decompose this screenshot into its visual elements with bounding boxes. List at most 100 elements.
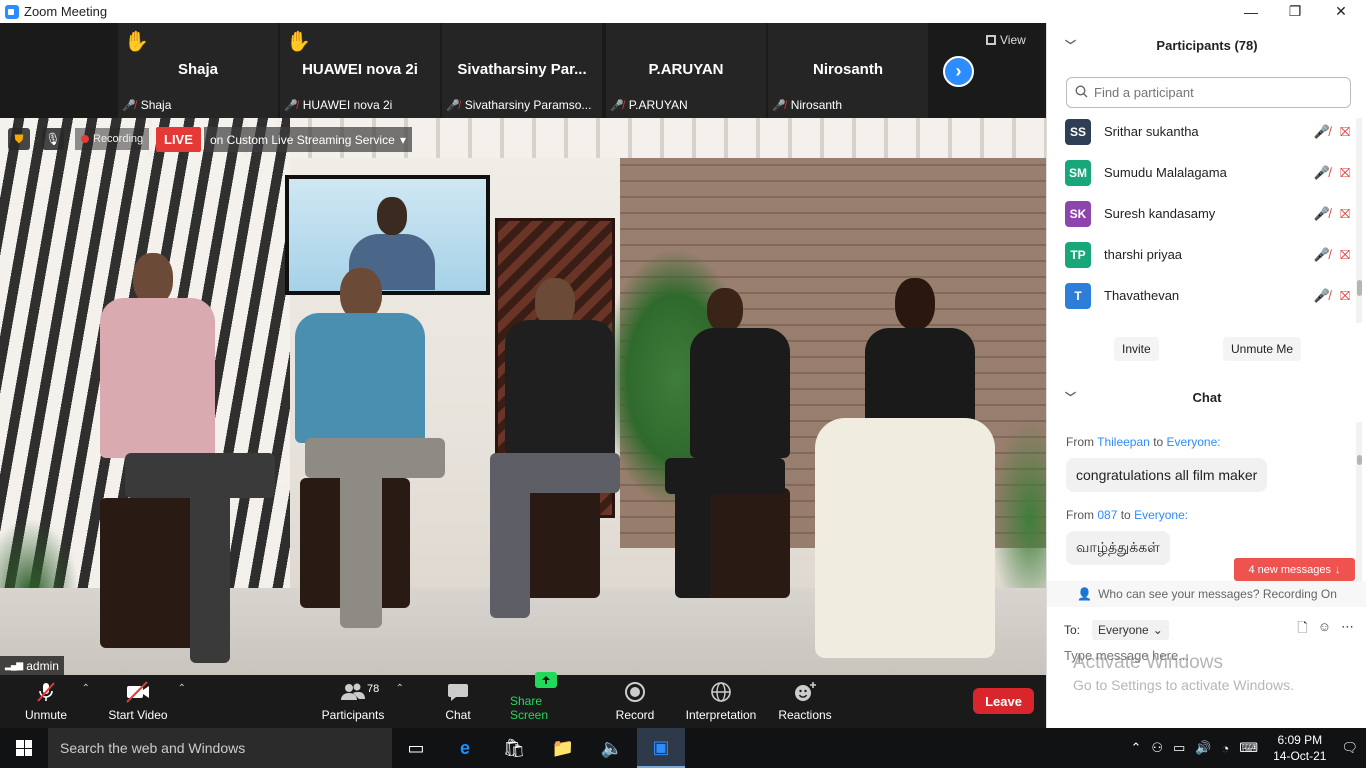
- participant-search[interactable]: [1066, 77, 1351, 108]
- file-explorer-icon[interactable]: 📁: [539, 728, 587, 768]
- unmute-me-button[interactable]: Unmute Me: [1223, 337, 1302, 361]
- emoji-icon[interactable]: ☺: [1318, 619, 1331, 641]
- live-stream-dropdown[interactable]: on Custom Live Streaming Service ▾: [204, 127, 412, 152]
- taskbar-search[interactable]: Search the web and Windows: [48, 728, 392, 768]
- file-icon[interactable]: 🗋: [1297, 619, 1307, 641]
- panelist: [285, 268, 465, 638]
- view-button[interactable]: View: [986, 33, 1026, 47]
- record-button[interactable]: Record: [615, 675, 655, 728]
- globe-icon: [710, 680, 732, 704]
- participant-row[interactable]: TP tharshi priyaa 🎤̸ ⛝: [1065, 234, 1350, 275]
- person-icon: 👤: [1077, 587, 1093, 601]
- participants-button[interactable]: Participants 78 ⌃: [320, 675, 404, 728]
- start-button[interactable]: [0, 728, 48, 768]
- notifications-icon[interactable]: 🗨: [1341, 740, 1358, 756]
- raised-hand-icon: ✋: [124, 31, 149, 53]
- video-off-icon: ⛝: [1340, 164, 1350, 180]
- system-tray: ⌃ ⚇ ▭ 🔊 ◔ ⌨ 6:09 PM 14-Oct-21 🗨: [1125, 728, 1366, 768]
- tile-name: P.ARUYAN: [648, 61, 724, 78]
- interpretation-button[interactable]: Interpretation: [683, 675, 759, 728]
- tile-name: Nirosanth: [812, 61, 883, 78]
- who-can-see-link[interactable]: 👤 Who can see your messages? Recording On: [1047, 581, 1366, 607]
- task-view-icon[interactable]: ▭: [392, 728, 440, 768]
- chat-message: congratulations all film maker: [1066, 458, 1268, 492]
- network-icon[interactable]: ▭: [1173, 740, 1185, 756]
- participant-name: tharshi priyaa: [1104, 247, 1183, 262]
- video-tile[interactable]: Sivatharsiny Par... 🎤̸ Sivatharsiny Param…: [442, 23, 602, 118]
- side-panel: ﹀ Participants (78) SS Srithar sukantha …: [1046, 23, 1366, 728]
- muted-mic-icon: 🎤̸: [1313, 164, 1331, 180]
- video-tile[interactable]: ✋ Shaja 🎤̸ Shaja: [118, 23, 278, 118]
- chat-scroll-thumb[interactable]: [1357, 455, 1362, 465]
- chat-button[interactable]: Chat: [440, 675, 476, 728]
- invite-button[interactable]: Invite: [1114, 337, 1159, 361]
- new-messages-button[interactable]: 4 new messages ↓: [1234, 558, 1355, 581]
- audio-status-icon[interactable]: 🎙: [42, 128, 64, 150]
- video-tile[interactable]: Nirosanth 🎤̸ Nirosanth: [768, 23, 928, 118]
- recipient-dropdown[interactable]: Everyone ⌄: [1092, 620, 1169, 640]
- avatar: TP: [1065, 241, 1091, 268]
- panelist: [95, 253, 295, 663]
- taskbar-clock[interactable]: 6:09 PM 14-Oct-21: [1273, 732, 1326, 764]
- video-tile[interactable]: P.ARUYAN 🎤̸ P.ARUYAN: [606, 23, 766, 118]
- record-icon: [624, 680, 646, 704]
- participant-row[interactable]: T Thavathevan 🎤̸ ⛝: [1065, 275, 1350, 316]
- maximize-button[interactable]: ❐: [1272, 0, 1318, 23]
- muted-mic-icon: 🎤̸: [446, 99, 460, 112]
- media-player-icon[interactable]: 🔈: [588, 728, 636, 768]
- close-button[interactable]: ✕: [1318, 0, 1364, 23]
- avatar: SK: [1065, 200, 1091, 227]
- keyboard-icon[interactable]: ⌨: [1239, 740, 1258, 756]
- next-page-button[interactable]: ›: [943, 56, 974, 87]
- windows-taskbar: Search the web and Windows ▭ e 🛍 📁 🔈 ▣ ⌃…: [0, 728, 1366, 768]
- chat-scrollbar[interactable]: [1356, 422, 1362, 582]
- people-icon[interactable]: ⚇: [1151, 740, 1163, 756]
- chevron-up-icon[interactable]: ⌃: [82, 683, 90, 694]
- volume-icon[interactable]: 🔊: [1195, 740, 1211, 756]
- store-icon[interactable]: 🛍: [490, 728, 538, 768]
- reactions-button[interactable]: Reactions: [777, 675, 833, 728]
- video-thumbnail-strip: ✋ Shaja 🎤̸ Shaja ✋ HUAWEI nova 2i 🎤̸ HUAWE…: [0, 23, 1046, 118]
- edge-browser-icon[interactable]: e: [441, 728, 489, 768]
- zoom-taskbar-icon[interactable]: ▣: [637, 728, 685, 768]
- participants-count: 78: [367, 683, 380, 695]
- participants-scroll-thumb[interactable]: [1357, 280, 1362, 296]
- panelist: [665, 288, 805, 618]
- wifi-icon[interactable]: ◔: [1222, 741, 1230, 756]
- chevron-right-icon: ›: [955, 61, 962, 81]
- leave-button[interactable]: Leave: [973, 688, 1034, 714]
- unmute-button[interactable]: Unmute ⌃: [20, 675, 90, 728]
- recording-indicator[interactable]: Recording: [75, 128, 150, 150]
- avatar: SS: [1065, 118, 1091, 145]
- avatar: SM: [1065, 159, 1091, 186]
- tile-name: Sivatharsiny Par...: [457, 61, 587, 78]
- tile-name: HUAWEI nova 2i: [302, 61, 418, 78]
- chat-input[interactable]: [1064, 648, 1354, 663]
- search-icon: [1075, 84, 1088, 101]
- signal-bars-icon: ▂▄▆: [5, 660, 23, 670]
- share-screen-button[interactable]: Share Screen: [510, 672, 582, 728]
- participant-row[interactable]: SS Srithar sukantha 🎤̸ ⛝: [1065, 111, 1350, 152]
- chat-input-area[interactable]: [1064, 648, 1354, 672]
- participant-row[interactable]: SK Suresh kandasamy 🎤̸ ⛝: [1065, 193, 1350, 234]
- chevron-up-icon[interactable]: ⌃: [396, 683, 404, 694]
- participant-row[interactable]: SM Sumudu Malalagama 🎤̸ ⛝: [1065, 152, 1350, 193]
- smiley-plus-icon: [793, 680, 817, 704]
- video-tile[interactable]: ✋ HUAWEI nova 2i 🎤̸ HUAWEI nova 2i: [280, 23, 440, 118]
- more-icon[interactable]: ⋯: [1341, 619, 1354, 641]
- chat-message: வாழ்த்துக்கள்: [1066, 531, 1170, 565]
- chat-bubble-icon: [447, 680, 469, 704]
- chevron-up-icon[interactable]: ⌃: [1130, 740, 1141, 756]
- chevron-up-icon[interactable]: ⌃: [178, 683, 186, 694]
- muted-mic-icon: 🎤̸: [284, 99, 298, 112]
- security-shield-icon[interactable]: ⛊: [8, 128, 30, 150]
- chat-sender-line: From 087 to Everyone:: [1066, 508, 1189, 522]
- search-input[interactable]: [1094, 85, 1324, 100]
- chevron-down-icon[interactable]: ﹀: [1065, 389, 1076, 405]
- start-video-button[interactable]: Start Video ⌃: [108, 675, 186, 728]
- minimize-button[interactable]: —: [1228, 0, 1274, 23]
- chevron-down-icon[interactable]: ﹀: [1065, 37, 1076, 53]
- muted-mic-icon: 🎤̸: [1313, 123, 1331, 139]
- tile-label: 🎤̸ Shaja: [122, 98, 172, 112]
- live-badge[interactable]: LIVE: [156, 127, 201, 152]
